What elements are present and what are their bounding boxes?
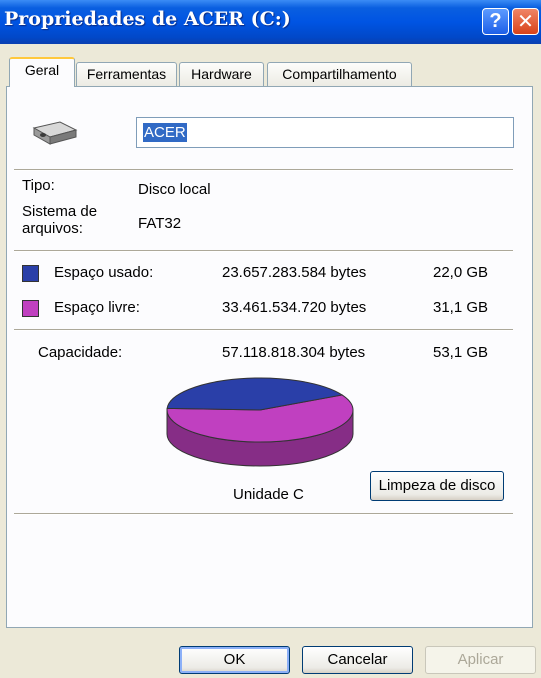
- apply-button[interactable]: Aplicar: [425, 646, 536, 674]
- cancel-button[interactable]: Cancelar: [302, 646, 413, 674]
- free-space-label: Espaço livre:: [54, 299, 140, 316]
- drive-name-field[interactable]: ACER: [136, 117, 514, 148]
- tab-ferramentas[interactable]: Ferramentas: [76, 62, 177, 86]
- tab-geral[interactable]: Geral: [9, 57, 75, 87]
- free-space-gb: 31,1 GB: [433, 299, 489, 316]
- capacity-bytes: 57.118.818.304 bytes: [222, 344, 366, 361]
- type-label: Tipo:: [22, 177, 55, 194]
- drive-label: Unidade C: [233, 486, 304, 503]
- capacity-gb: 53,1 GB: [433, 344, 489, 361]
- used-space-gb: 22,0 GB: [433, 264, 489, 281]
- capacity-label: Capacidade:: [38, 344, 123, 361]
- close-button[interactable]: ✕: [512, 8, 539, 35]
- tab-compartilhamento[interactable]: Compartilhamento: [267, 62, 412, 86]
- help-button[interactable]: ?: [482, 8, 509, 35]
- ok-button[interactable]: OK: [179, 646, 290, 674]
- separator: [14, 329, 513, 331]
- fs-value: FAT32: [138, 215, 182, 232]
- used-space-swatch: [22, 265, 39, 282]
- fs-label-line1: Sistema de: [22, 203, 98, 220]
- title-bar[interactable]: Propriedades de ACER (C:) ? ✕: [0, 0, 541, 44]
- type-value: Disco local: [138, 181, 211, 198]
- used-space-label: Espaço usado:: [54, 264, 154, 281]
- free-space-bytes: 33.461.534.720 bytes: [222, 299, 367, 316]
- separator: [14, 250, 513, 252]
- separator: [14, 513, 513, 515]
- disk-cleanup-button[interactable]: Limpeza de disco: [370, 471, 504, 501]
- help-icon: ?: [489, 10, 502, 32]
- tab-hardware[interactable]: Hardware: [179, 62, 264, 86]
- disk-usage-pie: [166, 377, 354, 467]
- free-space-swatch: [22, 300, 39, 317]
- used-space-bytes: 23.657.283.584 bytes: [222, 264, 367, 281]
- hard-drive-icon: [32, 121, 78, 145]
- drive-name-value: ACER: [143, 123, 187, 142]
- close-icon: ✕: [517, 9, 534, 33]
- window-title: Propriedades de ACER (C:): [4, 8, 291, 30]
- fs-label-line2: arquivos:: [22, 220, 83, 237]
- separator: [14, 169, 513, 171]
